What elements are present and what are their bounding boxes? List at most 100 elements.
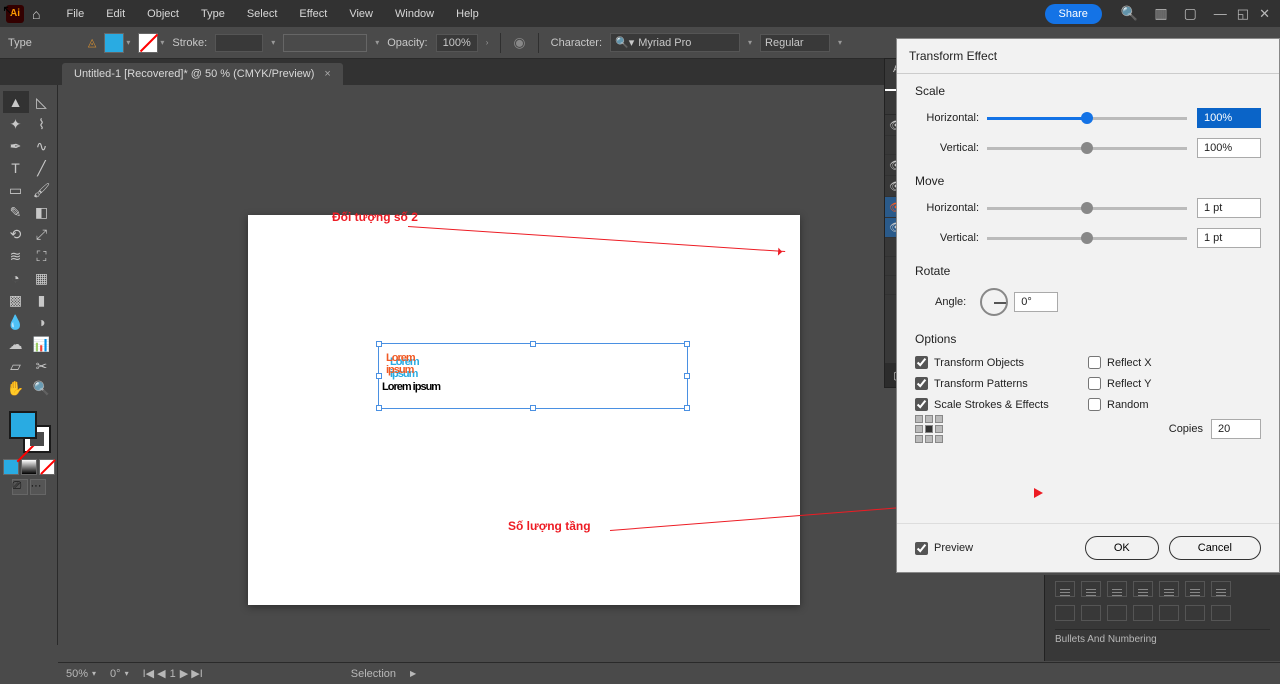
workspace-icon[interactable]: ▢ xyxy=(1184,5,1197,22)
menu-edit[interactable]: Edit xyxy=(96,4,135,24)
options-group: Options Transform Objects Reflect X Tran… xyxy=(915,332,1261,443)
scale-v-value[interactable]: 100% xyxy=(1197,138,1261,158)
line-tool[interactable]: ╱ xyxy=(29,157,55,179)
move-v-value[interactable]: 1 pt xyxy=(1197,228,1261,248)
stroke-swatch[interactable]: ▾ xyxy=(138,33,164,53)
copies-label: Copies xyxy=(1169,423,1203,435)
annotation-1: Đối tượng số 2 xyxy=(332,210,418,224)
rotate-tool[interactable]: ⟲ xyxy=(3,223,29,245)
scale-h-label: Horizontal: xyxy=(915,112,987,124)
copies-value[interactable]: 20 xyxy=(1211,419,1261,439)
scale-h-slider[interactable] xyxy=(987,117,1187,120)
font-family-select[interactable]: 🔍▾Myriad Pro xyxy=(610,33,740,52)
close-icon[interactable]: ✕ xyxy=(1259,6,1270,22)
menu-select[interactable]: Select xyxy=(237,4,288,24)
window-controls: — ◱ ✕ xyxy=(1214,6,1270,22)
font-style-select[interactable]: Regular xyxy=(760,34,830,52)
search-icon[interactable]: 🔍 xyxy=(1121,5,1138,22)
free-transform-tool[interactable]: ⛶ xyxy=(29,245,55,267)
graph-tool[interactable]: 📊 xyxy=(29,333,55,355)
menu-file[interactable]: File xyxy=(56,4,94,24)
move-title: Move xyxy=(915,174,1261,188)
warn-icon[interactable]: ◬ xyxy=(88,36,96,49)
angle-value[interactable]: 0° xyxy=(1014,292,1058,312)
hand-tool[interactable]: ✋ xyxy=(3,377,29,399)
menu-object[interactable]: Object xyxy=(137,4,189,24)
paragraph-panel: Bullets And Numbering xyxy=(1044,575,1280,661)
menu-help[interactable]: Help xyxy=(446,4,489,24)
chk-random[interactable]: Random xyxy=(1088,398,1261,411)
recolor-icon[interactable]: ◉ xyxy=(513,34,525,51)
paintbrush-tool[interactable]: 🖌 xyxy=(29,179,55,201)
menu-window[interactable]: Window xyxy=(385,4,444,24)
shape-builder-tool[interactable]: ◔ xyxy=(3,267,29,289)
move-v-slider[interactable] xyxy=(987,237,1187,240)
slice-tool[interactable]: ✂ xyxy=(29,355,55,377)
ok-button[interactable]: OK xyxy=(1085,536,1159,560)
cancel-button[interactable]: Cancel xyxy=(1169,536,1261,560)
curvature-tool[interactable]: ∿ xyxy=(29,135,55,157)
zoom-tool[interactable]: 🔍 xyxy=(29,377,55,399)
pen-tool[interactable]: ✒ xyxy=(3,135,29,157)
angle-wheel[interactable] xyxy=(980,288,1008,316)
align-buttons-2[interactable] xyxy=(1055,605,1270,621)
tab-close-icon[interactable]: × xyxy=(324,68,330,80)
scale-tool[interactable]: ⤢ xyxy=(29,223,55,245)
type-tool[interactable]: T xyxy=(3,157,29,179)
artboard-tool[interactable]: ▱ xyxy=(3,355,29,377)
document-tab[interactable]: Untitled-1 [Recovered]* @ 50 % (CMYK/Pre… xyxy=(62,63,343,85)
opacity-value[interactable]: 100% xyxy=(436,34,478,52)
chk-reflect-x[interactable]: Reflect X xyxy=(1088,356,1261,369)
eyedropper-tool[interactable]: 💧 xyxy=(3,311,29,333)
home-icon[interactable]: ⌂ xyxy=(32,6,40,22)
chk-scale-strokes[interactable]: Scale Strokes & Effects xyxy=(915,398,1088,411)
expand-icon[interactable]: › xyxy=(486,38,489,47)
magic-wand-tool[interactable]: ✦ xyxy=(3,113,29,135)
chk-transform-objects[interactable]: Transform Objects xyxy=(915,356,1088,369)
artboard[interactable]: Lorem ipsum Lorem ipsum Lorem ipsum xyxy=(248,215,800,605)
stroke-profile[interactable] xyxy=(283,34,367,52)
menu-view[interactable]: View xyxy=(339,4,383,24)
mode-label: Type xyxy=(8,37,32,49)
move-h-value[interactable]: 1 pt xyxy=(1197,198,1261,218)
direct-selection-tool[interactable]: ◺ xyxy=(29,91,55,113)
chk-reflect-y[interactable]: Reflect Y xyxy=(1088,377,1261,390)
scale-v-slider[interactable] xyxy=(987,147,1187,150)
fill-swatch[interactable]: ▾ xyxy=(104,33,130,53)
symbol-tool[interactable]: ☁ xyxy=(3,333,29,355)
chk-transform-patterns[interactable]: Transform Patterns xyxy=(915,377,1088,390)
minimize-icon[interactable]: — xyxy=(1214,6,1227,22)
chk-preview[interactable]: Preview xyxy=(915,542,1075,555)
mesh-tool[interactable]: ▩ xyxy=(3,289,29,311)
screen-mode-row[interactable]: ⎚ ··· xyxy=(12,479,46,495)
menu-type[interactable]: Type xyxy=(191,4,235,24)
anchor-selector[interactable] xyxy=(915,415,943,443)
scale-h-value[interactable]: 100% xyxy=(1197,108,1261,128)
zoom-field[interactable]: 50%▾ xyxy=(66,668,96,680)
eraser-tool[interactable]: ◧ xyxy=(29,201,55,223)
move-h-slider[interactable] xyxy=(987,207,1187,210)
gradient-tool[interactable]: ▮ xyxy=(29,289,55,311)
shaper-tool[interactable]: ✎ xyxy=(3,201,29,223)
artboard-nav[interactable]: I◀ ◀ 1 ▶ ▶I xyxy=(143,667,203,680)
character-label: Character: xyxy=(551,37,602,49)
maximize-icon[interactable]: ◱ xyxy=(1237,6,1249,22)
blend-tool[interactable]: ◑ xyxy=(29,311,55,333)
scale-v-label: Vertical: xyxy=(915,142,987,154)
menu-bar: Ai ⌂ File Edit Object Type Select Effect… xyxy=(0,0,1280,27)
fill-stroke-indicator[interactable] xyxy=(7,409,51,453)
lasso-tool[interactable]: ⌇ xyxy=(29,113,55,135)
perspective-tool[interactable]: ▦ xyxy=(29,267,55,289)
stroke-weight[interactable] xyxy=(215,34,263,52)
menu-effect[interactable]: Effect xyxy=(289,4,337,24)
width-tool[interactable]: ≋ xyxy=(3,245,29,267)
rectangle-tool[interactable]: ▭ xyxy=(3,179,29,201)
arrange-icon[interactable]: ▥ xyxy=(1154,5,1167,22)
align-buttons[interactable] xyxy=(1055,581,1270,597)
share-button[interactable]: Share xyxy=(1045,4,1102,24)
opacity-label: Opacity: xyxy=(387,37,427,49)
color-mode-row[interactable] xyxy=(3,459,55,475)
selection-tool[interactable]: ▲ xyxy=(3,91,29,113)
annotation-2: Số lượng tầng xyxy=(508,519,591,533)
rotate-field[interactable]: 0°▾ xyxy=(110,668,129,680)
